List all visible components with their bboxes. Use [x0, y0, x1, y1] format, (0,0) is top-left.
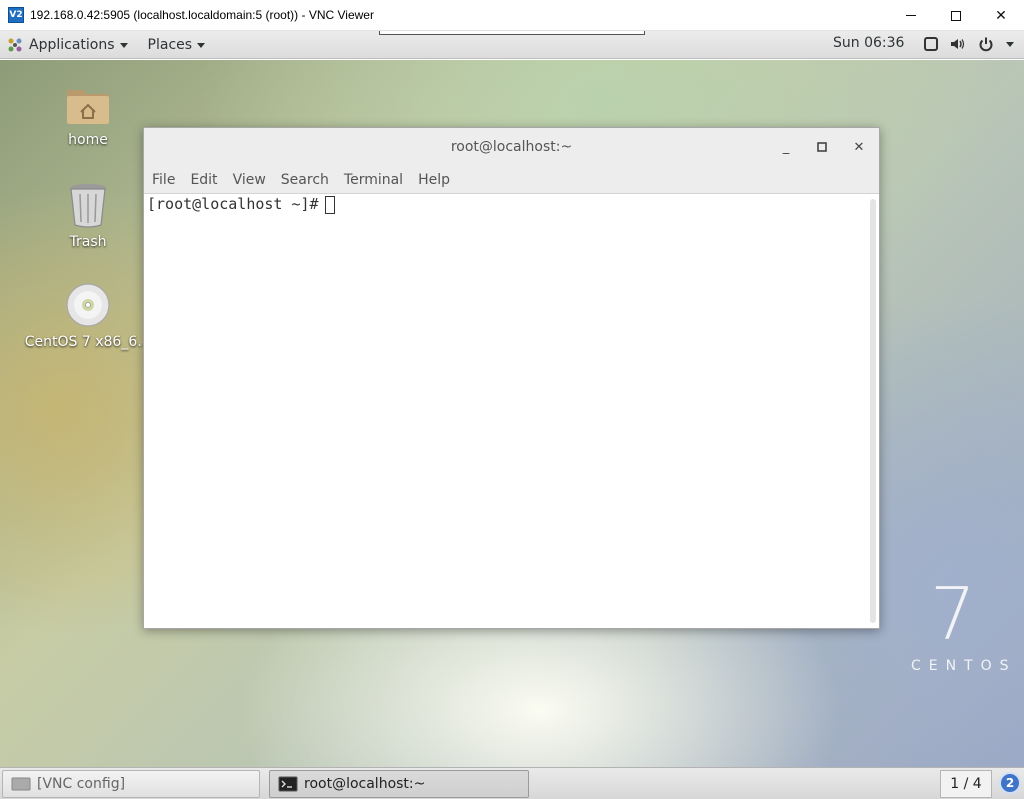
applications-icon	[7, 37, 23, 53]
terminal-menubar: File Edit View Search Terminal Help	[144, 166, 879, 194]
terminal-maximize-button[interactable]	[814, 139, 830, 155]
minimize-button[interactable]	[888, 0, 934, 31]
power-icon[interactable]	[978, 36, 994, 52]
taskbar-item-label: [VNC config]	[37, 776, 126, 792]
applications-label: Applications	[29, 36, 115, 53]
chevron-down-icon	[119, 42, 128, 48]
desktop-icon-centos-disc[interactable]: CentOS 7 x86_6…	[23, 282, 153, 350]
maximize-icon	[817, 142, 827, 152]
clock[interactable]: Sun 06:36	[833, 35, 904, 51]
terminal-cursor	[325, 196, 335, 214]
disc-icon	[66, 283, 110, 327]
close-button[interactable]: ✕	[978, 0, 1024, 31]
terminal-body[interactable]: [root@localhost ~]#	[144, 195, 879, 628]
vnc-logo-icon: V2	[8, 7, 24, 23]
desktop-icon-label: home	[68, 132, 108, 148]
desktop-icon-label: Trash	[69, 234, 107, 250]
screen-icon[interactable]	[923, 36, 939, 52]
taskbar-item-vnc-config[interactable]: [VNC config]	[2, 770, 260, 798]
panel-notification-area	[379, 31, 645, 35]
menu-edit[interactable]: Edit	[190, 172, 217, 188]
menu-terminal[interactable]: Terminal	[344, 172, 403, 188]
desktop-icon-label: CentOS 7 x86_6…	[24, 334, 152, 350]
menu-search[interactable]: Search	[281, 172, 329, 188]
chevron-down-icon[interactable]	[1002, 36, 1018, 52]
menu-file[interactable]: File	[152, 172, 175, 188]
terminal-close-button[interactable]: ✕	[851, 139, 867, 155]
maximize-icon	[951, 10, 961, 21]
taskbar-item-terminal[interactable]: root@localhost:~	[269, 770, 529, 798]
applications-menu[interactable]: Applications	[29, 37, 128, 53]
menu-help[interactable]: Help	[418, 172, 450, 188]
desktop-icon-trash[interactable]: Trash	[23, 182, 153, 250]
notification-badge[interactable]: 2	[999, 772, 1021, 794]
home-folder-icon	[67, 90, 109, 124]
taskbar-item-label: root@localhost:~	[304, 776, 426, 792]
vnc-titlebar: V2 192.168.0.42:5905 (localhost.localdom…	[0, 0, 1024, 31]
volume-icon[interactable]	[949, 36, 965, 52]
centos-brand-word: CENTOS	[911, 658, 1017, 674]
chevron-down-icon	[197, 42, 206, 48]
trash-icon	[70, 184, 106, 228]
places-menu[interactable]: Places	[148, 37, 206, 53]
terminal-title: root@localhost:~	[450, 139, 573, 155]
terminal-prompt: [root@localhost ~]#	[147, 195, 328, 213]
window-icon	[11, 777, 31, 791]
desktop-icon-home[interactable]: home	[23, 82, 153, 148]
vnc-window-title: 192.168.0.42:5905 (localhost.localdomain…	[30, 8, 374, 22]
workspace-switcher[interactable]: 1 / 4	[940, 770, 992, 798]
terminal-minimize-button[interactable]: _	[778, 139, 794, 155]
terminal-scrollbar[interactable]	[870, 199, 876, 623]
minimize-icon	[906, 15, 916, 16]
menu-view[interactable]: View	[233, 172, 266, 188]
maximize-button[interactable]	[933, 0, 979, 31]
bottom-panel: [VNC config] root@localhost:~ 1 / 4 2	[0, 767, 1024, 799]
terminal-window[interactable]: root@localhost:~ _ ✕ File Edit View Sear…	[143, 127, 880, 629]
places-label: Places	[147, 36, 193, 53]
terminal-titlebar[interactable]: root@localhost:~ _ ✕	[144, 128, 879, 166]
terminal-icon	[278, 776, 298, 792]
centos-brand-number: 7	[930, 572, 976, 656]
